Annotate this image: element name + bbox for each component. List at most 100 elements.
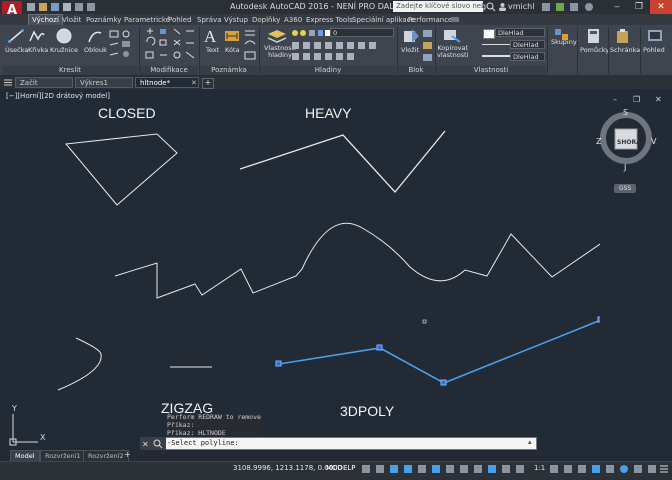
heavy-polyline [239,130,446,193]
text-button[interactable]: Text [206,46,219,54]
view-button[interactable]: Pohled [643,46,665,54]
tab-manage[interactable]: Správa [197,15,222,25]
doc-tab-hltnode[interactable]: hltnode* [135,77,199,88]
command-history-line: Příkaz: HLTNODE [167,429,226,437]
circle-icon[interactable] [55,28,73,46]
ucs-icon [9,414,38,446]
tab-addins[interactable]: Doplňky [252,15,280,25]
polyline-button[interactable]: Křivka [28,46,48,54]
viewcube-south[interactable]: J [624,163,626,172]
tab-parametric[interactable]: Parametrické [124,15,170,25]
groups-button[interactable]: Skupiny [551,38,577,46]
maximize-button[interactable]: ❐ [628,0,650,14]
utilities-button[interactable]: Pomůcky [580,46,609,54]
close-tab-icon[interactable]: ✕ [191,79,197,87]
layer-properties-label-2: hladiny [268,51,292,59]
viewcube-north[interactable]: S [623,108,628,117]
color-dropdown[interactable]: DleHlad [495,28,545,37]
draw-small-tools-icon[interactable] [108,29,134,67]
annotation-small-icons[interactable] [243,28,257,66]
viewcube-top-face[interactable]: SHORA [617,139,641,146]
modify-tools-icon[interactable] [144,28,198,68]
separator [547,27,548,74]
line-button[interactable]: Úsečka [5,46,28,54]
menu-icon[interactable] [3,78,13,87]
text-icon[interactable]: A [204,27,216,47]
search-input[interactable]: Zadejte klíčové slovo nebo výraz [393,1,483,12]
viewcube-east[interactable]: V [651,137,656,146]
circle-button[interactable]: Kružnice [50,46,78,54]
command-history-toggle-icon[interactable]: ▴ [528,438,532,446]
command-history-line: Příkaz: [167,421,195,429]
group-modify-label[interactable]: Modifikace [140,66,198,75]
tab-a360[interactable]: A360 [284,15,302,25]
group-properties-label[interactable]: Vlastnosti [436,66,546,75]
group-draw-label[interactable]: Kreslit [2,66,138,75]
separator [640,27,641,74]
utilities-icon[interactable] [587,28,601,46]
drafting-toggles[interactable] [360,463,530,475]
drawing-geometry [9,130,600,446]
quick-access-icons[interactable] [26,2,106,12]
viewport-window-controls[interactable]: – ❐ ✕ [611,94,671,104]
polyline-icon[interactable] [29,29,45,45]
tab-output[interactable]: Výstup [224,15,248,25]
tab-featured-apps[interactable]: Speciální aplikace [352,15,415,25]
tab-performance[interactable]: Performance [408,15,452,25]
insert-button[interactable]: Vložit [401,46,419,54]
user-name[interactable]: vmichl [508,2,534,11]
status-right-icons[interactable] [548,463,670,475]
group-layers-label[interactable]: Hladiny [260,66,396,75]
viewcube-west[interactable]: Z [596,137,601,146]
close-button[interactable]: ✕ [650,0,672,14]
tab-express-tools[interactable]: Express Tools [306,15,353,25]
tab-annotate[interactable]: Poznámky [86,15,121,25]
group-annotation-label[interactable]: Poznámka [200,66,258,75]
wcs-menu[interactable]: GSS [614,184,636,193]
layer-dropdown[interactable]: 0 [330,28,394,37]
command-history: Perform REDRAW to remove Příkaz: Příkaz:… [165,413,263,437]
linetype-dropdown[interactable]: DleHlad [510,40,545,49]
tab-view[interactable]: Pohled [168,15,191,25]
arc-button[interactable]: Oblouk [84,46,107,54]
selected-3d-polyline [278,319,600,384]
arc-icon[interactable] [87,29,103,45]
block-small-icons[interactable] [422,29,434,65]
command-prompt[interactable]: -Select polyline: [167,439,239,447]
match-properties-button[interactable]: Kopírovat vlastnosti [437,45,468,59]
ribbon-minimize-icon[interactable] [450,15,460,24]
layer-state-icons[interactable] [291,28,331,40]
doc-tab-drawing1[interactable]: Výkres1 [75,77,133,88]
closed-polyline [65,133,178,206]
viewcube[interactable] [598,110,654,166]
dimension-button[interactable]: Kóta [225,46,239,54]
clipboard-button[interactable]: Schránka [610,46,640,54]
clipboard-icon[interactable] [615,28,631,46]
line-icon[interactable] [8,29,24,45]
ucs-y-label: Y [12,404,17,413]
grip [275,360,282,367]
doc-tab-start[interactable]: Začít [15,77,73,88]
grip [440,379,447,386]
insert-block-icon[interactable] [402,28,420,46]
new-tab-button[interactable]: + [202,78,214,89]
lineweight-dropdown[interactable]: DleHlad [510,52,545,61]
layer-tools-icons[interactable] [291,41,395,65]
search-icon[interactable] [486,2,496,12]
title-toolbar-icons[interactable] [540,2,600,12]
color-swatch[interactable] [483,29,495,39]
view-icon[interactable] [647,28,663,46]
quick-access-toolbar [26,2,106,12]
wavy-polyline [114,222,600,299]
dimension-icon[interactable] [224,29,240,45]
model-space-button[interactable]: MODELP [326,464,355,472]
group-block-label[interactable]: Blok [398,66,434,75]
new-layout-button[interactable]: + [124,450,131,459]
svg-text:–: – [613,95,617,104]
svg-text:✕: ✕ [655,95,662,104]
annotation-scale[interactable]: 1:1 [534,464,545,472]
separator [577,27,578,74]
minimize-button[interactable]: ‒ [606,0,628,14]
tab-home[interactable]: Výchozí [28,14,63,25]
tab-insert[interactable]: Vložit [62,15,81,25]
